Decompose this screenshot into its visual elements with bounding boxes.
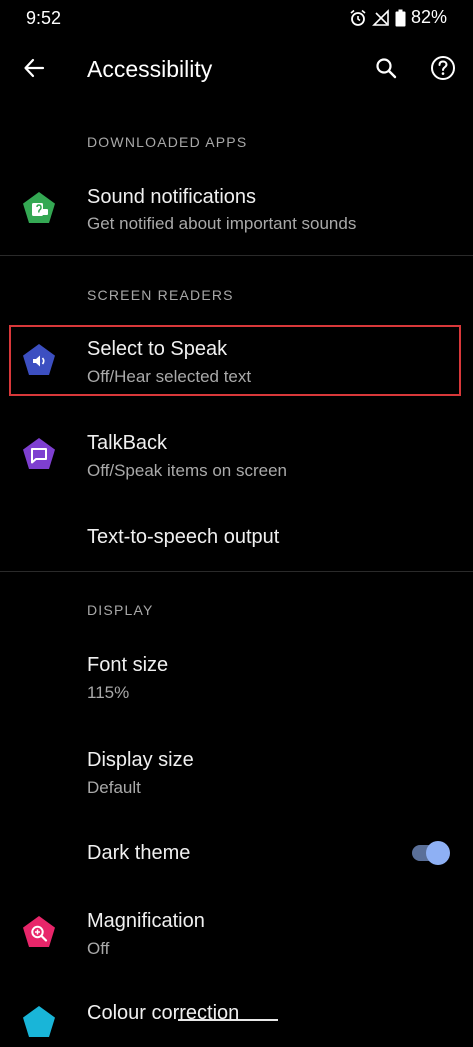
display-size-title: Display size — [87, 749, 194, 771]
status-icons: 82% — [349, 7, 447, 28]
strikethrough-mark — [178, 1019, 278, 1021]
divider — [0, 255, 473, 256]
search-button[interactable] — [368, 52, 404, 88]
list-item-display-size[interactable]: Display size Default — [0, 735, 473, 807]
dark-theme-toggle[interactable] — [410, 840, 452, 866]
list-item-magnification[interactable]: Magnification Off — [0, 898, 473, 970]
list-item-talkback[interactable]: TalkBack Off/Speak items on screen — [0, 420, 473, 492]
sound-notifications-subtitle: Get notified about important sounds — [87, 214, 357, 233]
talkback-icon — [20, 436, 58, 474]
app-bar: Accessibility — [0, 40, 473, 100]
list-item-sound-notifications[interactable]: Sound notifications Get notified about i… — [0, 170, 473, 254]
sound-notifications-icon — [20, 190, 58, 228]
dark-theme-title: Dark theme — [87, 842, 191, 864]
battery-percent: 82% — [410, 7, 447, 27]
back-button[interactable] — [16, 52, 52, 88]
magnification-title: Magnification — [87, 910, 205, 932]
signal-off-icon — [372, 8, 390, 27]
section-header-display: DISPLAY — [87, 602, 154, 618]
list-item-font-size[interactable]: Font size 115% — [0, 640, 473, 712]
divider — [0, 571, 473, 572]
toggle-thumb — [426, 841, 450, 865]
alarm-icon — [349, 9, 367, 27]
talkback-title: TalkBack — [87, 432, 168, 454]
section-header-screen-readers: SCREEN READERS — [87, 287, 234, 303]
colour-correction-title: Colour correction — [87, 1002, 240, 1024]
font-size-title: Font size — [87, 654, 169, 676]
display-size-value: Default — [87, 778, 141, 797]
magnification-icon — [20, 914, 58, 952]
section-header-downloaded-apps: DOWNLOADED APPS — [87, 134, 248, 150]
colour-correction-icon — [20, 1004, 58, 1042]
list-item-dark-theme[interactable]: Dark theme — [0, 828, 473, 880]
font-size-value: 115% — [87, 683, 130, 702]
sound-notifications-title: Sound notifications — [87, 186, 257, 208]
talkback-subtitle: Off/Speak items on screen — [87, 461, 288, 480]
battery-icon — [395, 9, 406, 27]
tts-output-title: Text-to-speech output — [87, 526, 280, 548]
back-arrow-icon — [23, 57, 45, 84]
magnification-subtitle: Off — [87, 939, 110, 958]
search-icon — [375, 57, 397, 84]
status-bar: 9:52 82% — [0, 0, 473, 38]
highlight-box — [9, 325, 461, 396]
help-icon — [430, 55, 456, 86]
status-time: 9:52 — [26, 8, 62, 28]
list-item-text-to-speech-output[interactable]: Text-to-speech output — [0, 508, 473, 568]
help-button[interactable] — [425, 52, 461, 88]
page-title: Accessibility — [87, 56, 213, 82]
